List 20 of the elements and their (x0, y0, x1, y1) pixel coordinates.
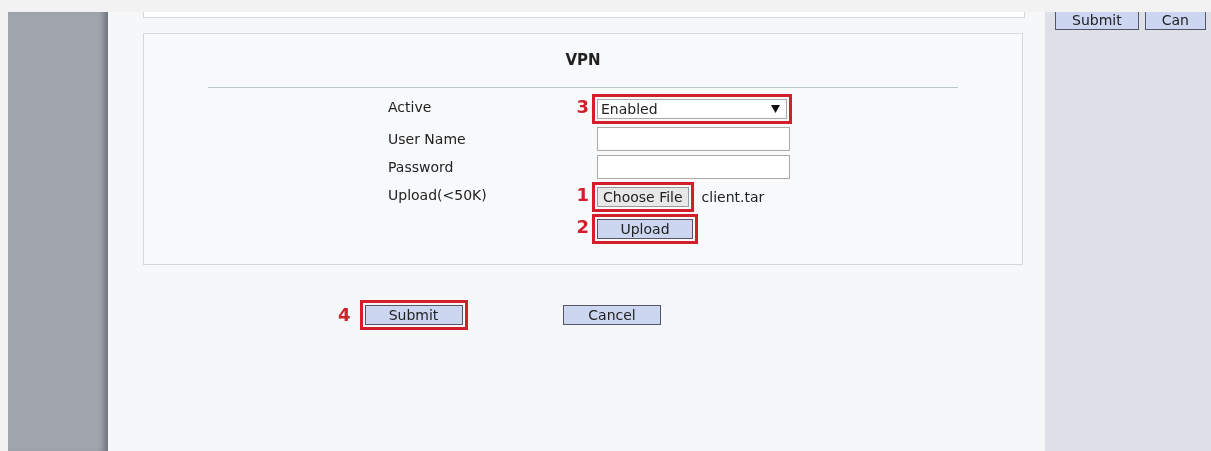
submit-button[interactable]: Submit (364, 305, 463, 325)
choose-file-button[interactable]: Choose File (597, 187, 689, 207)
upload-button[interactable]: Upload (597, 219, 693, 239)
toolbar-button[interactable]: Submit (1055, 12, 1139, 30)
caret-icon (771, 105, 780, 113)
field-label: Password (388, 158, 455, 177)
field-label: Upload(<50K) (388, 186, 488, 205)
toolbar-button[interactable]: Can (1144, 12, 1206, 30)
step-number: 3 (575, 95, 590, 119)
file-name: client.tar (701, 189, 765, 205)
step-number: 1 (575, 183, 590, 207)
section-title: VPN (565, 51, 601, 71)
input-field[interactable] (597, 127, 790, 151)
step-number: 2 (575, 215, 590, 239)
field-label: User Name (388, 130, 467, 149)
password-field[interactable] (597, 155, 790, 179)
cancel-button[interactable]: Cancel (563, 305, 661, 325)
field-label: Active (388, 98, 433, 117)
step-number: 4 (338, 303, 352, 327)
active-select[interactable]: Enabled (597, 99, 787, 119)
